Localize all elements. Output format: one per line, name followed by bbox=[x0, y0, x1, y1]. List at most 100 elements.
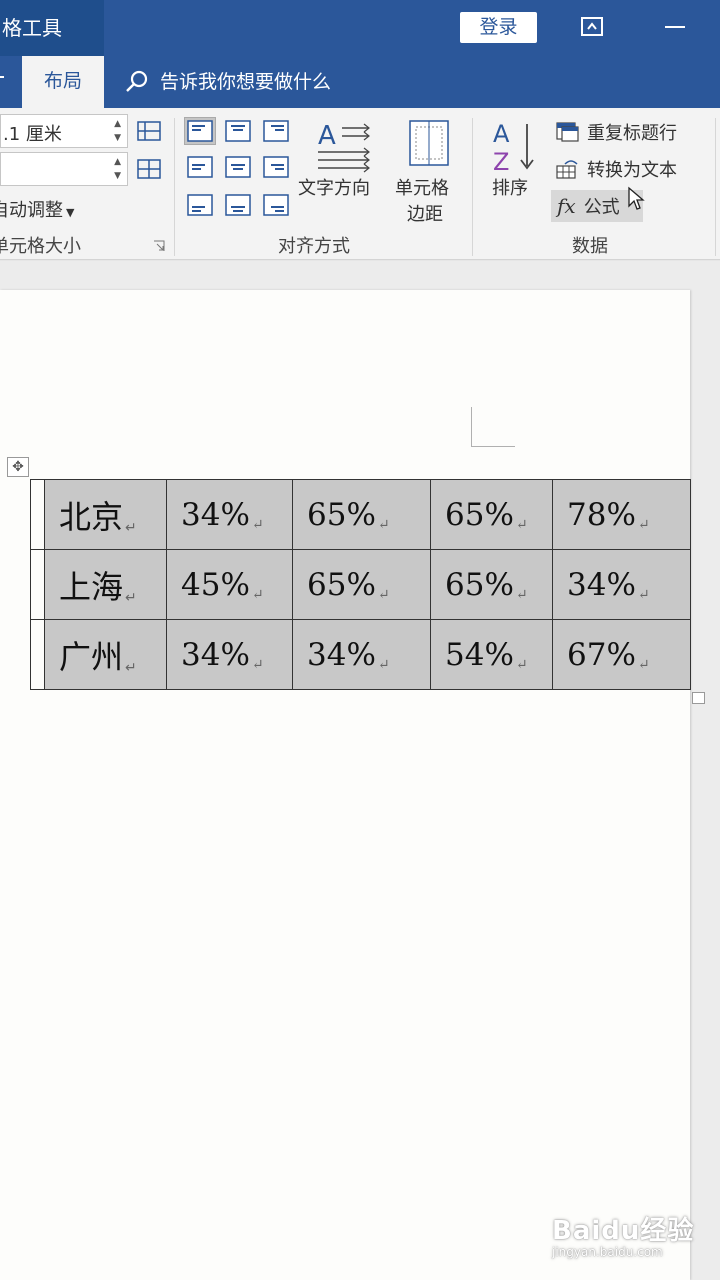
cell-end-mark-icon: ↵ bbox=[125, 589, 137, 606]
search-icon bbox=[126, 70, 148, 92]
cell-end-mark-icon: ↵ bbox=[377, 516, 390, 533]
value-cell[interactable]: 65% ↵ bbox=[292, 549, 431, 620]
chevron-down-icon: ▼ bbox=[66, 206, 75, 219]
value-cell[interactable]: 34% ↵ bbox=[552, 549, 691, 620]
alignment-group-label: 对齐方式 bbox=[278, 236, 350, 257]
spinner-arrows-icon[interactable]: ▲ ▼ bbox=[114, 155, 121, 183]
group-separator bbox=[715, 118, 716, 256]
value-cell[interactable]: 34% ↵ bbox=[166, 479, 293, 550]
autofit-label: 自动调整 bbox=[0, 200, 63, 221]
cell-end-mark-icon: ↵ bbox=[125, 659, 137, 676]
cell-end-mark-icon: ↵ bbox=[251, 586, 264, 603]
value-cell[interactable]: 67% ↵ bbox=[552, 619, 691, 690]
ribbon-tab-row bbox=[0, 56, 720, 108]
margin-corner-mark bbox=[471, 407, 515, 447]
align-center-left-icon bbox=[187, 156, 213, 178]
cell-margins-label-line1[interactable]: 单元格 bbox=[395, 174, 449, 200]
svg-text:A: A bbox=[318, 121, 336, 151]
value-cell[interactable]: 34% ↵ bbox=[292, 619, 431, 690]
cell-width-spinner[interactable]: ▲ ▼ bbox=[0, 152, 128, 186]
distribute-rows-icon[interactable] bbox=[136, 120, 162, 142]
autofit-dropdown[interactable]: 自动调整▼ bbox=[0, 196, 74, 222]
value-cell[interactable]: 65% ↵ bbox=[292, 479, 431, 550]
cell-height-spinner[interactable]: .1 厘米 ▲ ▼ bbox=[0, 114, 128, 148]
cell-end-mark-icon: ↵ bbox=[251, 516, 264, 533]
align-bottom-center-button[interactable] bbox=[223, 192, 253, 218]
value-cell[interactable]: 34% ↵ bbox=[166, 619, 293, 690]
group-separator bbox=[174, 118, 175, 256]
svg-text:Z: Z bbox=[493, 148, 509, 174]
cell-end-mark-icon: ↵ bbox=[515, 586, 528, 603]
distribute-columns-icon[interactable] bbox=[136, 158, 162, 180]
align-bottom-left-button[interactable] bbox=[185, 192, 215, 218]
city-cell[interactable]: 北京 ↵ bbox=[44, 479, 167, 550]
row-selection-edge[interactable] bbox=[30, 549, 45, 620]
cell-end-mark-icon: ↵ bbox=[515, 516, 528, 533]
repeat-header-rows-button[interactable]: 重复标题行 bbox=[555, 116, 677, 148]
cell-height-value: .1 厘米 bbox=[3, 124, 62, 145]
value-cell[interactable]: 54% ↵ bbox=[430, 619, 553, 690]
align-top-center-button[interactable] bbox=[223, 118, 253, 144]
cell-end-mark-icon: ↵ bbox=[251, 656, 264, 673]
login-button[interactable]: 登录 bbox=[460, 12, 537, 43]
data-group-label: 数据 bbox=[572, 236, 608, 257]
cell-end-mark-icon: ↵ bbox=[637, 586, 650, 603]
align-top-right-button[interactable] bbox=[261, 118, 291, 144]
value-cell[interactable]: 45% ↵ bbox=[166, 549, 293, 620]
row-selection-edge[interactable] bbox=[30, 619, 45, 690]
tab-layout[interactable]: 布局 bbox=[22, 56, 104, 108]
convert-to-text-label: 转换为文本 bbox=[587, 160, 677, 181]
cell-end-mark-icon: ↵ bbox=[377, 586, 390, 603]
table-resize-handle-icon[interactable] bbox=[692, 692, 705, 704]
repeat-header-icon bbox=[556, 122, 579, 142]
previous-tab-edge[interactable] bbox=[0, 76, 4, 78]
align-bottom-center-icon bbox=[225, 194, 251, 216]
cell-end-mark-icon: ↵ bbox=[637, 516, 650, 533]
cell-end-mark-icon: ↵ bbox=[125, 519, 137, 536]
svg-text:A: A bbox=[493, 120, 510, 148]
align-top-right-icon bbox=[263, 120, 289, 142]
text-direction-label[interactable]: 文字方向 bbox=[298, 174, 370, 200]
value-cell[interactable]: 65% ↵ bbox=[430, 549, 553, 620]
align-top-center-icon bbox=[225, 120, 251, 142]
table-tools-context-tab[interactable]: 格工具 bbox=[0, 0, 104, 56]
cell-margins-icon[interactable] bbox=[407, 118, 451, 168]
sort-label[interactable]: 排序 bbox=[492, 174, 528, 200]
table-row: 广州 ↵ 34% ↵ 34% ↵ 54% ↵ 67% ↵ bbox=[30, 619, 691, 690]
mouse-cursor-icon bbox=[628, 186, 645, 210]
align-center-icon bbox=[225, 156, 251, 178]
row-selection-edge[interactable] bbox=[30, 479, 45, 550]
watermark-url-text: jingyan.baidu.com bbox=[552, 1245, 663, 1259]
text-direction-icon[interactable]: A bbox=[314, 116, 374, 174]
cell-end-mark-icon: ↵ bbox=[515, 656, 528, 673]
ribbon-display-options-icon[interactable] bbox=[580, 16, 604, 38]
minimize-icon[interactable] bbox=[665, 26, 685, 28]
city-cell[interactable]: 广州 ↵ bbox=[44, 619, 167, 690]
tell-me-search[interactable]: 告诉我你想要做什么 bbox=[124, 56, 331, 108]
document-page[interactable] bbox=[0, 290, 690, 1280]
sort-icon[interactable]: A Z bbox=[489, 116, 539, 174]
align-center-button[interactable] bbox=[223, 154, 253, 180]
cell-margins-label-line2[interactable]: 边距 bbox=[407, 200, 443, 226]
align-top-left-icon bbox=[187, 120, 213, 142]
cell-size-group-label: 单元格大小 bbox=[0, 236, 81, 257]
title-bar: 格工具 登录 bbox=[0, 0, 720, 56]
spinner-arrows-icon[interactable]: ▲ ▼ bbox=[114, 117, 121, 145]
table-move-handle-icon[interactable]: ✥ bbox=[7, 457, 29, 477]
align-center-right-icon bbox=[263, 156, 289, 178]
table-row: 上海 ↵ 45% ↵ 65% ↵ 65% ↵ 34% ↵ bbox=[30, 549, 691, 620]
data-table[interactable]: 北京 ↵ 34% ↵ 65% ↵ 65% ↵ 78% ↵ 上海 ↵ 45% ↵ 65% ↵ 65… bbox=[30, 479, 691, 690]
align-bottom-left-icon bbox=[187, 194, 213, 216]
cell-end-mark-icon: ↵ bbox=[377, 656, 390, 673]
align-top-left-button[interactable] bbox=[184, 117, 216, 145]
align-center-right-button[interactable] bbox=[261, 154, 291, 180]
dialog-launcher-icon[interactable] bbox=[153, 240, 165, 252]
value-cell[interactable]: 78% ↵ bbox=[552, 479, 691, 550]
align-center-left-button[interactable] bbox=[185, 154, 215, 180]
align-bottom-right-button[interactable] bbox=[261, 192, 291, 218]
table-row: 北京 ↵ 34% ↵ 65% ↵ 65% ↵ 78% ↵ bbox=[30, 479, 691, 550]
value-cell[interactable]: 65% ↵ bbox=[430, 479, 553, 550]
cell-end-mark-icon: ↵ bbox=[637, 656, 650, 673]
city-cell[interactable]: 上海 ↵ bbox=[44, 549, 167, 620]
convert-to-text-button[interactable]: 转换为文本 bbox=[555, 153, 677, 185]
